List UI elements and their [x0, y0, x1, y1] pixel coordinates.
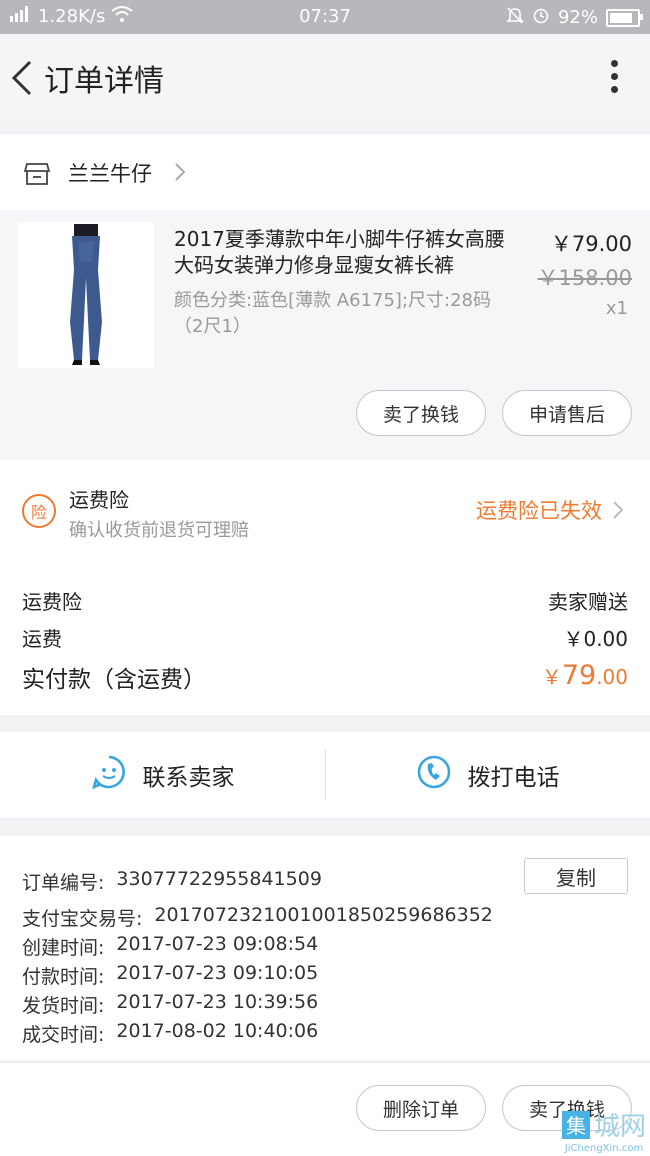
page-title: 订单详情 [44, 64, 164, 99]
fee-value: 卖家赠送 [548, 590, 628, 614]
status-bar: 1.28K/s 07:37 92% [0, 0, 650, 34]
battery-level: 92% [557, 7, 598, 28]
insurance-subtitle: 确认收货前退货可理赔 [69, 520, 249, 541]
info-row-order-no: 订单编号: 33077722955841509 [22, 868, 322, 894]
chevron-right-icon [612, 500, 624, 524]
watermark-logo: 集城网 JiChengXin.com [561, 1106, 646, 1154]
product-title[interactable]: 2017夏季薄款中年小脚牛仔裤女高腰大码女装弹力修身显瘦女裤长裤 [174, 226, 514, 278]
info-row-alipay-no: 支付宝交易号: 2017072321001001850259686352 [22, 904, 493, 930]
product-item: 2017夏季薄款中年小脚牛仔裤女高腰大码女装弹力修身显瘦女裤长裤 颜色分类:蓝色… [0, 210, 650, 460]
quantity: x1 [605, 298, 628, 319]
contact-seller-button[interactable]: 联系卖家 [0, 732, 325, 818]
call-button[interactable]: 拨打电话 [325, 732, 650, 818]
insurance-title: 运费险 [69, 488, 129, 512]
fee-row-total: 实付款（含运费） ￥79.00 [22, 660, 628, 694]
info-row-completed: 成交时间: 2017-08-02 10:40:06 [22, 1020, 319, 1046]
fee-label: 运费险 [22, 590, 82, 614]
total-label: 实付款（含运费） [22, 667, 206, 693]
more-icon[interactable] [610, 60, 620, 96]
shipping-insurance-row[interactable]: 险 运费险 确认收货前退货可理赔 运费险已失效 [0, 460, 650, 550]
shop-row[interactable]: 兰兰牛仔 [0, 134, 650, 211]
chevron-right-icon [174, 162, 186, 186]
copy-button[interactable]: 复制 [524, 858, 628, 894]
shop-name: 兰兰牛仔 [68, 162, 152, 186]
info-row-paid: 付款时间: 2017-07-23 09:10:05 [22, 962, 319, 988]
product-price: ￥79.00 [550, 232, 632, 256]
battery-icon [606, 8, 643, 27]
store-icon [23, 162, 51, 190]
sell-for-cash-button[interactable]: 卖了换钱 [356, 390, 486, 436]
chat-icon [91, 754, 127, 796]
info-row-shipped: 发货时间: 2017-07-23 10:39:56 [22, 991, 319, 1017]
fee-row-shipping: 运费 ￥0.00 [22, 623, 628, 652]
contact-seller-label: 联系卖家 [142, 765, 235, 791]
insurance-status: 运费险已失效 [476, 499, 602, 523]
info-row-created: 创建时间: 2017-07-23 09:08:54 [22, 933, 319, 959]
order-info: 订单编号: 33077722955841509 复制 支付宝交易号: 2017072… [0, 836, 650, 1060]
mute-icon [506, 6, 524, 29]
phone-icon [416, 754, 452, 796]
alarm-icon [532, 6, 550, 29]
call-label: 拨打电话 [467, 765, 560, 791]
fee-summary: 运费险 卖家赠送 运费 ￥0.00 实付款（含运费） ￥79.00 [0, 550, 650, 715]
top-nav: 订单详情 [0, 34, 650, 120]
delete-order-button[interactable]: 删除订单 [356, 1085, 486, 1131]
insurance-badge-icon: 险 [22, 494, 56, 528]
bottom-action-bar: 删除订单 卖了换钱 集城网 JiChengXin.com [0, 1062, 650, 1156]
back-icon[interactable] [10, 58, 40, 98]
product-spec: 颜色分类:蓝色[薄款 A6175];尺寸:28码（2尺1） [174, 290, 491, 337]
product-image[interactable] [18, 222, 154, 368]
total-amount: ￥79.00 [541, 660, 628, 691]
fee-row-insurance: 运费险 卖家赠送 [22, 586, 628, 615]
contact-bar: 联系卖家 拨打电话 [0, 732, 650, 818]
fee-label: 运费 [22, 627, 62, 651]
after-sales-button[interactable]: 申请售后 [502, 390, 632, 436]
fee-value: ￥0.00 [563, 627, 628, 651]
original-price: ￥158.00 [537, 266, 632, 290]
